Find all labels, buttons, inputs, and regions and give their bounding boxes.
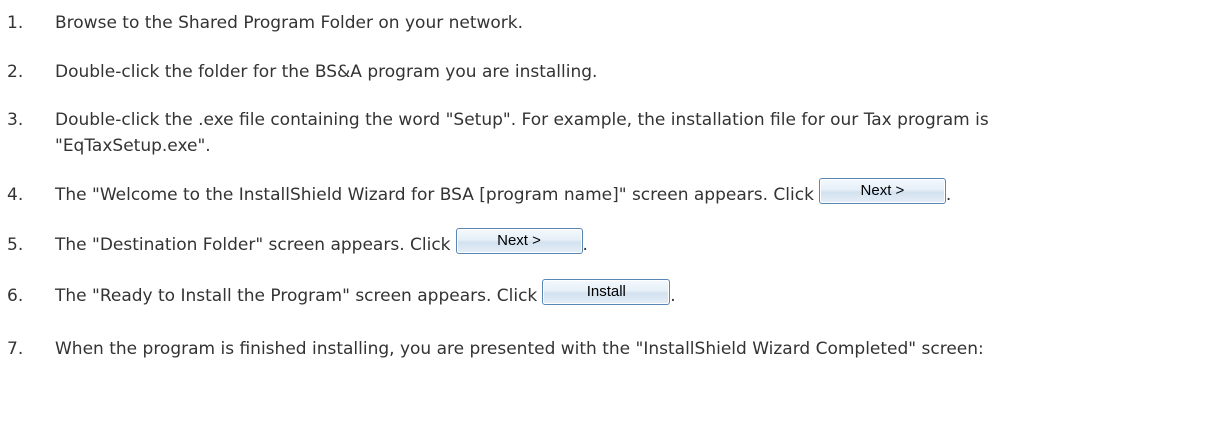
- next-button[interactable]: Next >: [818, 178, 946, 204]
- step-number: 7.: [7, 339, 24, 359]
- step-number: 3.: [7, 110, 24, 130]
- step-period: .: [945, 185, 952, 205]
- step-number: 4.: [7, 185, 24, 205]
- step-text: When the program is finished installing,…: [55, 339, 984, 359]
- step-content: The "Destination Folder" screen appears.…: [55, 228, 588, 259]
- step-number: 5.: [7, 235, 24, 255]
- step-content: The "Welcome to the InstallShield Wizard…: [55, 178, 952, 209]
- instruction-document: 1. Browse to the Shared Program Folder o…: [0, 0, 1215, 445]
- step-text-continued: "EqTaxSetup.exe".: [55, 136, 211, 156]
- step-text: The "Destination Folder" screen appears.…: [55, 235, 451, 255]
- step-text: The "Welcome to the InstallShield Wizard…: [55, 185, 814, 205]
- step-text: Double-click the folder for the BS&A pro…: [55, 62, 598, 82]
- step-content: The "Ready to Install the Program" scree…: [55, 279, 676, 310]
- next-button[interactable]: Next >: [455, 228, 583, 254]
- step-text: The "Ready to Install the Program" scree…: [55, 286, 538, 306]
- install-button[interactable]: Install: [542, 279, 671, 305]
- step-period: .: [582, 235, 588, 255]
- step-text: Browse to the Shared Program Folder on y…: [55, 13, 524, 33]
- step-number: 6.: [7, 286, 24, 306]
- step-number: 1.: [7, 13, 24, 33]
- step-period: .: [670, 286, 676, 306]
- step-number: 2.: [7, 62, 24, 82]
- step-text: Double-click the .exe file containing th…: [55, 110, 989, 130]
